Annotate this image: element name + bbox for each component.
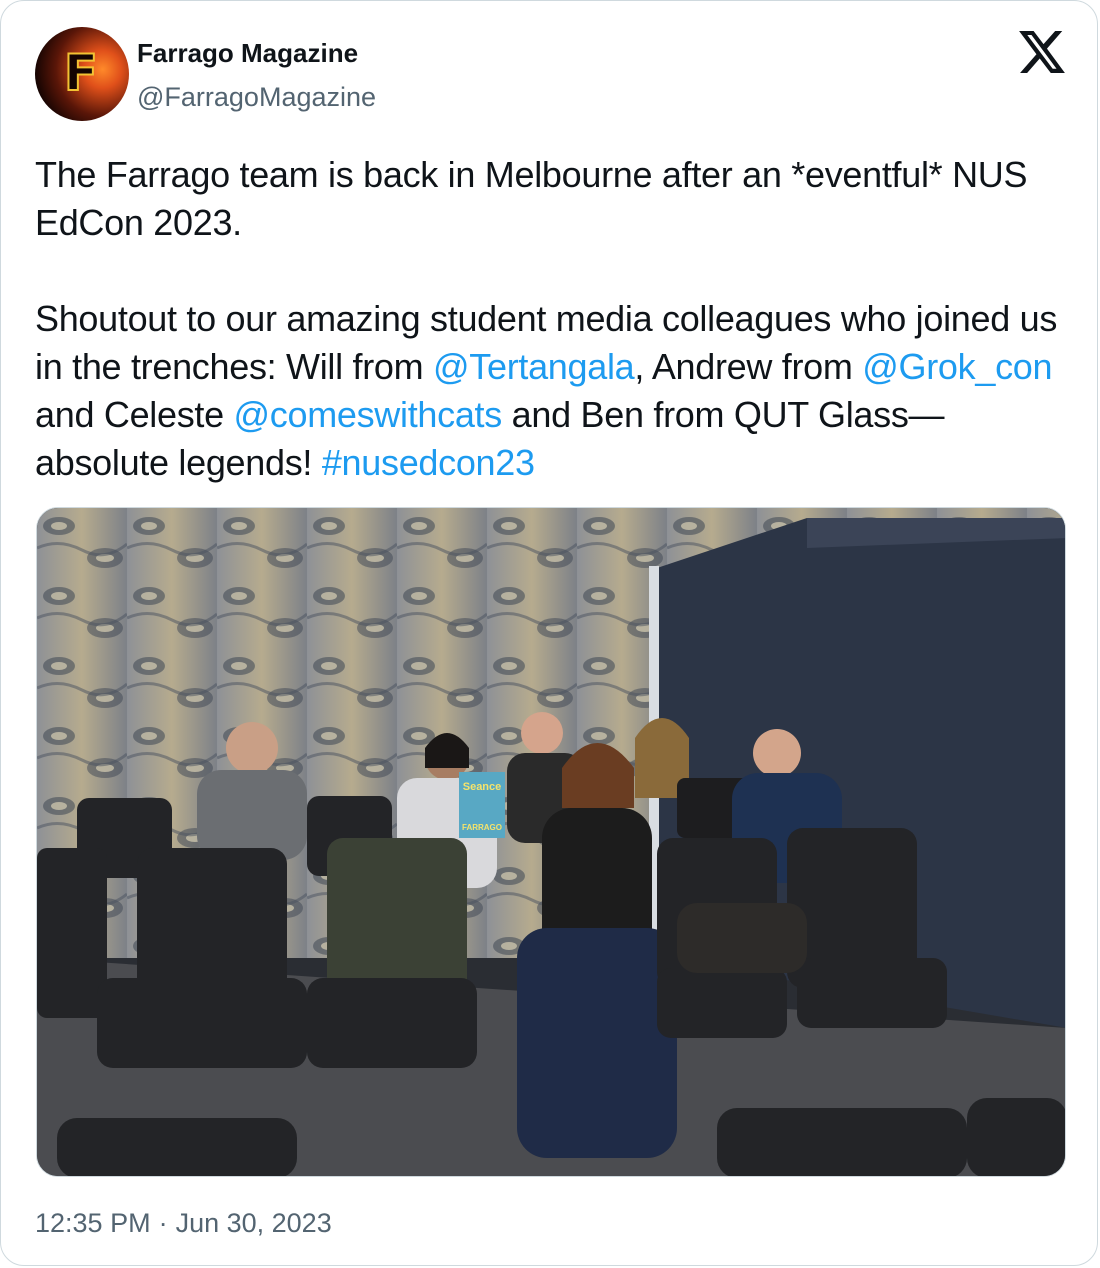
magazine-cover-masthead: FARRAGO: [462, 823, 502, 832]
tweet-paragraph-2: Shoutout to our amazing student media co…: [35, 295, 1075, 487]
tweet-text-segment: , Andrew from: [634, 346, 863, 387]
mention-grok-con-link[interactable]: @Grok_con: [862, 346, 1052, 387]
tweet-paragraph-1: The Farrago team is back in Melbourne af…: [35, 154, 1028, 243]
mention-tertangala-link[interactable]: @Tertangala: [433, 346, 635, 387]
group-photo-image: Seance FARRAGO: [37, 508, 1065, 1176]
magazine-cover-title: Seance: [463, 781, 502, 793]
avatar-logo-letter: F: [63, 44, 99, 102]
x-logo-icon[interactable]: [1019, 31, 1065, 73]
avatar[interactable]: F: [35, 27, 129, 121]
tweet-text-segment: and Celeste: [35, 394, 234, 435]
tweet-time: 12:35 PM: [35, 1208, 151, 1238]
tweet-text: The Farrago team is back in Melbourne af…: [35, 151, 1075, 487]
timestamp-separator: ·: [158, 1208, 168, 1238]
tweet-card[interactable]: F Farrago Magazine @FarragoMagazine The …: [0, 0, 1098, 1266]
tweet-timestamp[interactable]: 12:35 PM · Jun 30, 2023: [35, 1205, 332, 1241]
tweet-photo[interactable]: Seance FARRAGO: [36, 507, 1066, 1177]
mention-comeswithcats-link[interactable]: @comeswithcats: [234, 394, 503, 435]
jacket-on-seat: [677, 903, 807, 973]
tweet-date: Jun 30, 2023: [175, 1208, 332, 1238]
author-handle[interactable]: @FarragoMagazine: [137, 81, 376, 113]
hashtag-nusedcon23-link[interactable]: #nusedcon23: [322, 442, 535, 483]
author-display-name[interactable]: Farrago Magazine: [137, 37, 358, 69]
